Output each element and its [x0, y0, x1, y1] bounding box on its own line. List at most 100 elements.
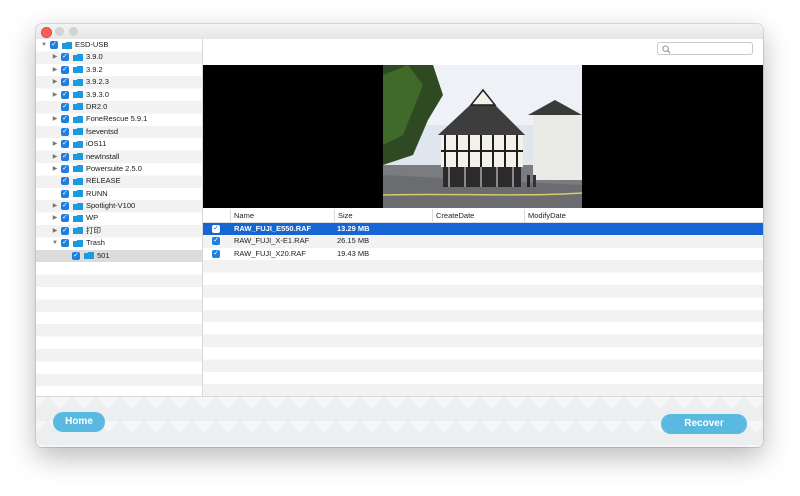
row-checkbox[interactable]: ✓: [212, 237, 220, 246]
item-checkbox[interactable]: ✓: [61, 78, 69, 87]
sidebar-item[interactable]: ✓ fseventsd: [36, 126, 202, 138]
image-preview: [203, 65, 763, 208]
folder-icon: [73, 128, 83, 136]
item-checkbox[interactable]: ✓: [61, 189, 69, 198]
table-row[interactable]: ✓ RAW_FUJI_X20.RAF 19.43 MB: [203, 248, 763, 260]
item-checkbox[interactable]: ✓: [61, 152, 69, 161]
folder-icon: [73, 78, 83, 86]
preview-photo: [383, 65, 582, 208]
disclosure-expanded-icon[interactable]: ▼: [40, 39, 48, 51]
column-header-name[interactable]: Name: [230, 209, 334, 222]
sidebar-item[interactable]: ▶ ✓ iOS11: [36, 138, 202, 150]
sidebar-item-label: 3.9.2.3: [86, 77, 109, 87]
sidebar-item[interactable]: ✓ RUNN: [36, 188, 202, 200]
item-checkbox[interactable]: ✓: [61, 164, 69, 173]
sidebar-item[interactable]: ▶ ✓ Spotlight-V100: [36, 200, 202, 212]
sidebar-item[interactable]: ✓ 501: [36, 249, 202, 263]
search-icon: [662, 44, 671, 53]
item-checkbox[interactable]: ✓: [61, 65, 69, 74]
sidebar-item[interactable]: ▶ ✓ 3.9.2.3: [36, 76, 202, 88]
close-window-button[interactable]: [41, 27, 52, 38]
search-field[interactable]: [657, 42, 753, 55]
folder-icon: [73, 53, 83, 61]
sidebar-item[interactable]: ▼ ✓ ESD-USB: [36, 39, 202, 51]
item-checkbox[interactable]: ✓: [61, 90, 69, 99]
disclosure-collapsed-icon[interactable]: ▶: [51, 89, 59, 101]
sidebar-item-label: 3.9.3.0: [86, 89, 109, 99]
table-header: Name Size CreateDate ModifyDate: [203, 209, 763, 223]
item-checkbox[interactable]: ✓: [61, 127, 69, 136]
folder-icon: [73, 153, 83, 161]
disclosure-expanded-icon[interactable]: ▼: [51, 237, 59, 249]
table-row[interactable]: ✓ RAW_FUJI_X-E1.RAF 26.15 MB: [203, 235, 763, 247]
cell-size: 13.29 MB: [337, 224, 370, 233]
sidebar-item-label: newInstall: [86, 151, 120, 161]
item-checkbox[interactable]: ✓: [72, 251, 80, 260]
folder-icon: [73, 165, 83, 173]
folder-icon: [73, 239, 83, 247]
folder-icon: [73, 202, 83, 210]
item-checkbox[interactable]: ✓: [61, 140, 69, 149]
cell-size: 19.43 MB: [337, 248, 370, 258]
sidebar-item[interactable]: ▶ ✓ FoneRescue 5.9.1: [36, 113, 202, 125]
folder-icon: [73, 177, 83, 185]
sidebar-item-label: 打印: [86, 225, 101, 235]
item-checkbox[interactable]: ✓: [61, 115, 69, 124]
folder-icon: [84, 252, 94, 260]
cell-name: RAW_FUJI_X20.RAF: [234, 248, 306, 258]
sidebar-item[interactable]: ▶ ✓ 3.9.0: [36, 51, 202, 63]
title-bar: [36, 24, 763, 39]
item-checkbox[interactable]: ✓: [61, 102, 69, 111]
app-window: ▼ ✓ ESD-USB ▶ ✓ 3.9.0 ▶ ✓ 3.9.2 ▶ ✓ 3.9.2.3 ▶ ✓ 3.9.3.…: [36, 24, 763, 447]
disclosure-collapsed-icon[interactable]: ▶: [51, 225, 59, 237]
folder-icon: [73, 140, 83, 148]
sidebar-item-label: 501: [97, 250, 110, 260]
row-checkbox[interactable]: ✓: [212, 249, 220, 258]
item-checkbox[interactable]: ✓: [61, 177, 69, 186]
sidebar-item[interactable]: ✓ DR2.0: [36, 101, 202, 113]
item-checkbox[interactable]: ✓: [61, 239, 69, 248]
sidebar-item[interactable]: ▶ ✓ Powersuite 2.5.0: [36, 163, 202, 175]
sidebar-item[interactable]: ✓ RELEASE: [36, 175, 202, 187]
item-checkbox[interactable]: ✓: [61, 226, 69, 235]
disclosure-collapsed-icon[interactable]: ▶: [51, 138, 59, 150]
disclosure-collapsed-icon[interactable]: ▶: [51, 51, 59, 63]
sidebar-item[interactable]: ▶ ✓ 打印: [36, 225, 202, 237]
cell-name: RAW_FUJI_E550.RAF: [234, 224, 312, 233]
item-checkbox[interactable]: ✓: [61, 53, 69, 62]
disclosure-collapsed-icon[interactable]: ▶: [51, 163, 59, 175]
table-row[interactable]: ✓ RAW_FUJI_E550.RAF 13.29 MB: [203, 223, 763, 236]
column-header-modifydate[interactable]: ModifyDate: [524, 209, 763, 222]
row-checkbox[interactable]: ✓: [212, 225, 220, 233]
sidebar-item-label: Spotlight-V100: [86, 201, 136, 211]
sidebar-item[interactable]: ▶ ✓ newInstall: [36, 151, 202, 163]
zoom-window-button[interactable]: [69, 27, 78, 36]
disclosure-collapsed-icon[interactable]: ▶: [51, 76, 59, 88]
sidebar-item[interactable]: ▶ ✓ 3.9.3.0: [36, 89, 202, 101]
folder-tree: ▼ ✓ ESD-USB ▶ ✓ 3.9.0 ▶ ✓ 3.9.2 ▶ ✓ 3.9.2.3 ▶ ✓ 3.9.3.…: [36, 39, 203, 396]
folder-icon: [73, 115, 83, 123]
sidebar-item-label: 3.9.2: [86, 64, 103, 74]
minimize-window-button[interactable]: [55, 27, 64, 36]
item-checkbox[interactable]: ✓: [61, 214, 69, 223]
column-header-size[interactable]: Size: [334, 209, 432, 222]
folder-icon: [73, 190, 83, 198]
file-table: Name Size CreateDate ModifyDate ✓ RAW_FUJ…: [203, 209, 763, 396]
home-button[interactable]: Home: [53, 412, 105, 432]
sidebar-item[interactable]: ▶ ✓ 3.9.2: [36, 64, 202, 76]
sidebar-item-label: iOS11: [86, 139, 107, 149]
disclosure-collapsed-icon[interactable]: ▶: [51, 212, 59, 224]
item-checkbox[interactable]: ✓: [50, 41, 58, 49]
folder-icon: [62, 41, 72, 49]
disclosure-collapsed-icon[interactable]: ▶: [51, 200, 59, 212]
disclosure-collapsed-icon[interactable]: ▶: [51, 64, 59, 76]
sidebar-item[interactable]: ▶ ✓ WP: [36, 212, 202, 224]
sidebar-item-label: fseventsd: [86, 126, 119, 136]
disclosure-collapsed-icon[interactable]: ▶: [51, 151, 59, 163]
column-header-createdate[interactable]: CreateDate: [432, 209, 524, 222]
sidebar-item[interactable]: ▼ ✓ Trash: [36, 237, 202, 249]
sidebar-item-label: DR2.0: [86, 101, 108, 111]
disclosure-collapsed-icon[interactable]: ▶: [51, 113, 59, 125]
recover-button[interactable]: Recover: [661, 414, 747, 434]
item-checkbox[interactable]: ✓: [61, 202, 69, 211]
